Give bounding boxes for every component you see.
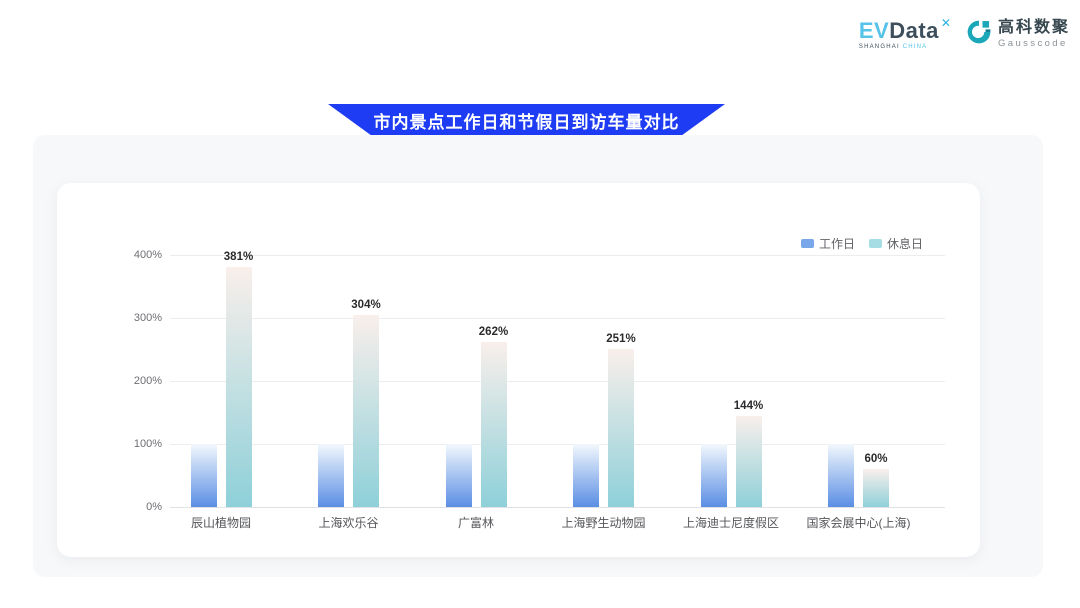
gausscode-logo: 高科数聚 Gausscode xyxy=(965,18,1070,51)
gridline xyxy=(170,381,945,382)
bar-value-label: 144% xyxy=(717,400,781,412)
x-axis-category-label: 广富林 xyxy=(412,514,540,531)
bar-value-label: 60% xyxy=(844,453,908,465)
bar-workday[interactable] xyxy=(191,444,217,507)
y-axis-tick-label: 0% xyxy=(97,501,162,513)
bar-workday[interactable] xyxy=(701,444,727,507)
legend-item-休息日[interactable]: 休息日 xyxy=(869,235,923,252)
x-axis-category-label: 上海野生动物园 xyxy=(540,514,668,531)
bar-workday[interactable] xyxy=(573,444,599,507)
gridline xyxy=(170,255,945,256)
gausscode-g-icon xyxy=(965,18,993,51)
y-axis-tick-label: 100% xyxy=(97,438,162,450)
y-axis-tick-label: 300% xyxy=(97,312,162,324)
bar-value-label: 304% xyxy=(334,299,398,311)
x-axis-category-label: 国家会展中心(上海) xyxy=(795,514,923,531)
x-axis-line xyxy=(170,507,945,508)
x-axis-category-label: 上海迪士尼度假区 xyxy=(667,514,795,531)
bar-restday[interactable] xyxy=(736,416,762,507)
bar-workday[interactable] xyxy=(446,444,472,507)
x-axis-category-label: 辰山植物园 xyxy=(157,514,285,531)
evdata-logo: EVData ✕ SHANGHAI CHINA xyxy=(859,20,951,50)
evdata-x-icon: ✕ xyxy=(941,17,951,29)
bar-restday[interactable] xyxy=(481,342,507,507)
y-axis-tick-label: 200% xyxy=(97,375,162,387)
page: EVData ✕ SHANGHAI CHINA 高科数聚 Gausscode xyxy=(0,0,1080,608)
chart-card: 工作日 休息日 0% 100% 200% 300% 400% 381% 辰山植物园 304% 上海… xyxy=(57,183,980,557)
content-panel: 工作日 休息日 0% 100% 200% 300% 400% 381% 辰山植物园 304% 上海… xyxy=(33,135,1043,577)
header-logos: EVData ✕ SHANGHAI CHINA 高科数聚 Gausscode xyxy=(859,18,1070,51)
bar-value-label: 381% xyxy=(207,251,271,263)
gridline xyxy=(170,318,945,319)
page-title: 市内景点工作日和节假日到访车量对比 xyxy=(374,108,680,133)
bar-value-label: 251% xyxy=(589,333,653,345)
gausscode-en-name: Gausscode xyxy=(998,39,1070,49)
y-axis-tick-label: 400% xyxy=(97,249,162,261)
gausscode-cn-name: 高科数聚 xyxy=(998,20,1070,36)
bar-workday[interactable] xyxy=(318,444,344,507)
bar-restday[interactable] xyxy=(226,267,252,507)
bar-restday[interactable] xyxy=(608,349,634,507)
evdata-wordmark: EVData ✕ xyxy=(859,20,951,42)
legend-swatch-icon xyxy=(869,239,882,248)
title-banner: 市内景点工作日和节假日到访车量对比 xyxy=(328,104,725,136)
x-axis-category-label: 上海欢乐谷 xyxy=(285,514,413,531)
legend-label: 休息日 xyxy=(887,235,923,252)
bar-restday[interactable] xyxy=(863,469,889,507)
evdata-subtitle: SHANGHAI CHINA xyxy=(859,44,951,50)
legend-label: 工作日 xyxy=(819,235,855,252)
legend-item-工作日[interactable]: 工作日 xyxy=(801,235,855,252)
evdata-sub-china: CHINA xyxy=(903,44,928,50)
gausscode-text: 高科数聚 Gausscode xyxy=(998,20,1070,49)
legend-swatch-icon xyxy=(801,239,814,248)
bar-restday[interactable] xyxy=(353,315,379,507)
chart-legend: 工作日 休息日 xyxy=(801,235,923,252)
evdata-ev-text: EV xyxy=(859,20,889,42)
evdata-data-text: Data xyxy=(889,20,939,42)
evdata-sub-shanghai: SHANGHAI xyxy=(859,44,900,50)
bar-value-label: 262% xyxy=(462,326,526,338)
